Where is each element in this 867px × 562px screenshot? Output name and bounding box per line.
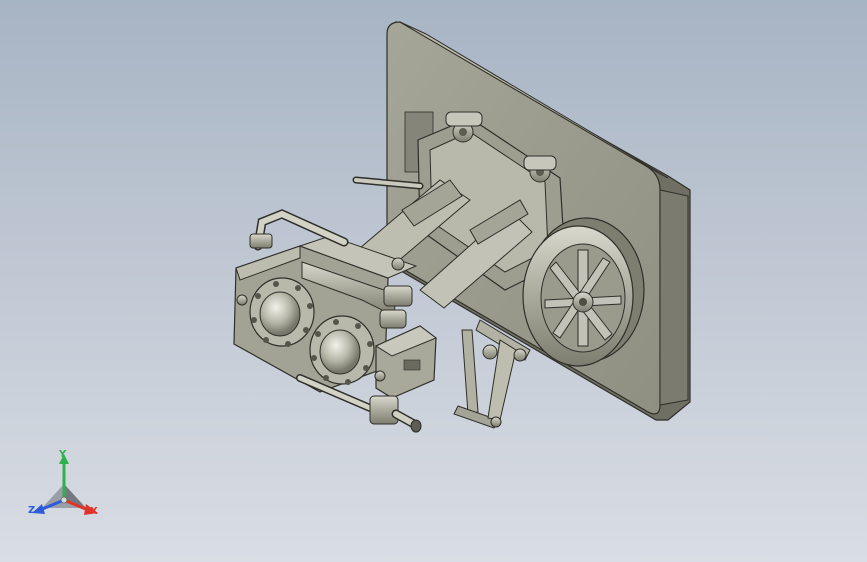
- graphics-viewport[interactable]: Y Z X: [0, 0, 867, 562]
- cylinder-head-left[interactable]: [249, 277, 315, 347]
- x-axis-label: X: [90, 506, 98, 517]
- cylinder-head-right[interactable]: [309, 315, 375, 385]
- engine-model[interactable]: [0, 0, 867, 562]
- z-axis-label: Z: [28, 505, 36, 516]
- axis-triad: Y Z X: [24, 446, 108, 526]
- y-axis-label: Y: [59, 449, 67, 460]
- exhaust-fitting[interactable]: [369, 395, 422, 433]
